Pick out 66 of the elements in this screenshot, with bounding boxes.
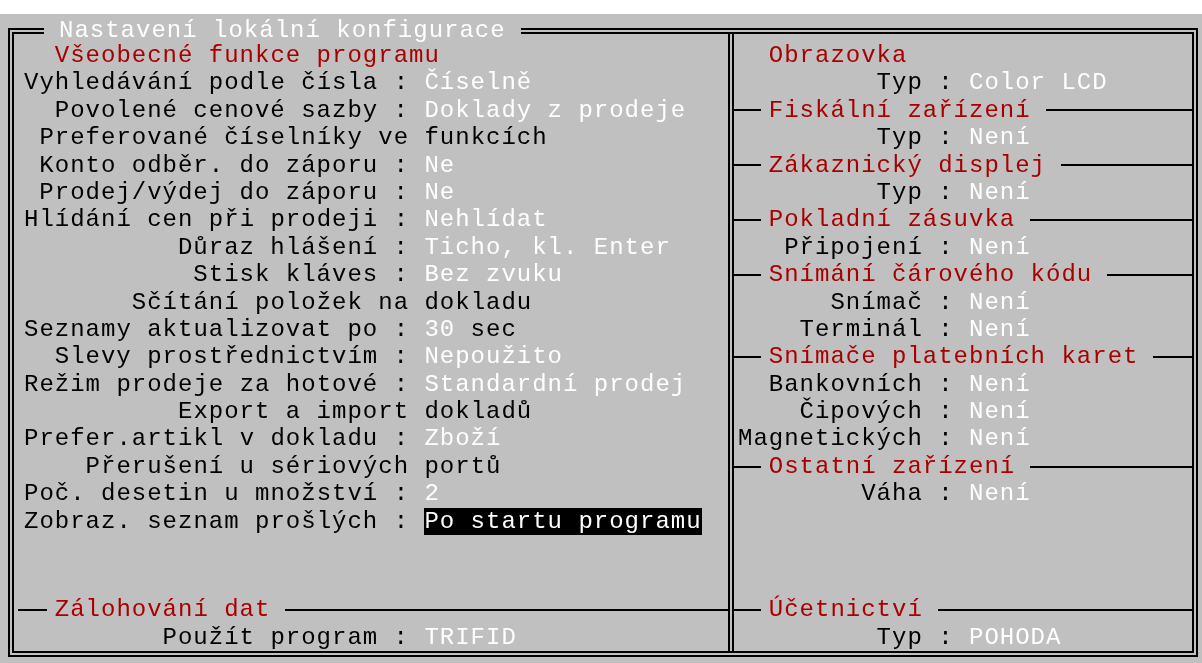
field-label: Režim prodeje za hotové : [24,370,409,399]
field-value[interactable]: Ne [424,151,456,179]
section-heading: Účetnictví [768,596,923,624]
field-label: Slevy prostřednictvím : [53,343,409,371]
field-label: Konto odběr. do záporu : [38,151,409,179]
field-label: Připojení : [783,233,954,262]
field-label: Čipových : [798,398,954,426]
field-label: Zobraz. seznam prošlých : [24,507,409,536]
field-label: Váha : [860,480,954,508]
unit-label: sec [470,315,517,344]
field-value[interactable]: Bez zvuku [424,261,563,289]
field-value[interactable]: POHODA [969,623,1062,651]
menu-item[interactable]: Přerušení u sériových portů [85,452,502,481]
field-value[interactable]: Není [969,480,1031,508]
field-value[interactable]: Ne [424,178,456,207]
field-value[interactable]: Doklady z prodeje [424,96,687,125]
field-value[interactable]: 30 [424,315,456,344]
menu-item[interactable]: Preferované číselníky ve funkcích [39,124,548,152]
field-value[interactable]: Po startu programu [424,507,702,536]
section-heading: Ostatní zařízení [768,452,1016,481]
field-label: Typ : [875,124,954,152]
section-heading: Snímače platebních karet [768,343,1139,371]
field-label: Typ : [875,623,954,651]
field-value[interactable]: 2 [424,480,440,508]
field-value[interactable]: Není [969,178,1031,207]
menu-item[interactable]: Sčítání položek na dokladu [131,288,533,316]
section-heading: Snímání čárového kódu [768,261,1093,289]
field-label: Poč. desetin u množství : [24,480,409,508]
field-label: Seznamy aktualizovat po : [24,315,409,344]
field-label: Prefer.artikl v dokladu : [24,425,409,453]
field-label: Stisk kláves : [192,261,409,289]
field-value[interactable]: Color LCD [969,69,1108,97]
field-label: Magnetických : [738,425,954,453]
field-value[interactable]: Není [969,370,1031,399]
field-value[interactable]: Ticho, kl. Enter [424,233,671,262]
section-heading: Všeobecné funkce programu [54,42,440,69]
field-value[interactable]: Není [969,398,1031,426]
section-heading: Pokladní zásuvka [768,206,1016,234]
field-value[interactable]: TRIFID [424,623,517,651]
field-value[interactable]: Standardní prodej [424,370,687,399]
section-heading: Fiskální zařízení [768,96,1031,125]
field-label: Snímač : [829,288,954,316]
field-label: Použít program : [161,623,409,651]
field-label: Důraz hlášení : [176,233,409,262]
field-label: Povolené cenové sazby : [53,96,409,125]
menu-item[interactable]: Export a import dokladů [178,398,533,426]
section-heading: Zálohování dat [54,596,271,624]
field-label: Vyhledávání podle čísla : [24,69,409,97]
field-label: Terminál : [798,315,954,344]
field-value[interactable]: Nepoužito [424,343,563,371]
field-label: Bankovních : [767,370,954,398]
field-value[interactable]: Není [969,288,1031,316]
field-label: Hlídání cen při prodeji : [24,206,409,234]
field-value[interactable]: Není [969,233,1031,262]
field-value[interactable]: Není [969,124,1031,152]
field-value[interactable]: Číselně [424,69,533,97]
field-value[interactable]: Není [969,315,1031,344]
section-heading: Zákaznický displej [768,151,1047,179]
window-title: Nastavení lokální konfigurace [44,17,521,44]
field-value[interactable]: Není [969,425,1031,453]
field-label: Prodej/výdej do záporu : [38,178,409,207]
field-value[interactable]: Nehlídat [424,206,548,234]
field-value[interactable]: Zboží [424,425,502,453]
section-heading: Obrazovka [768,42,908,70]
field-label: Typ : [875,178,954,207]
field-label: Typ : [875,69,954,97]
